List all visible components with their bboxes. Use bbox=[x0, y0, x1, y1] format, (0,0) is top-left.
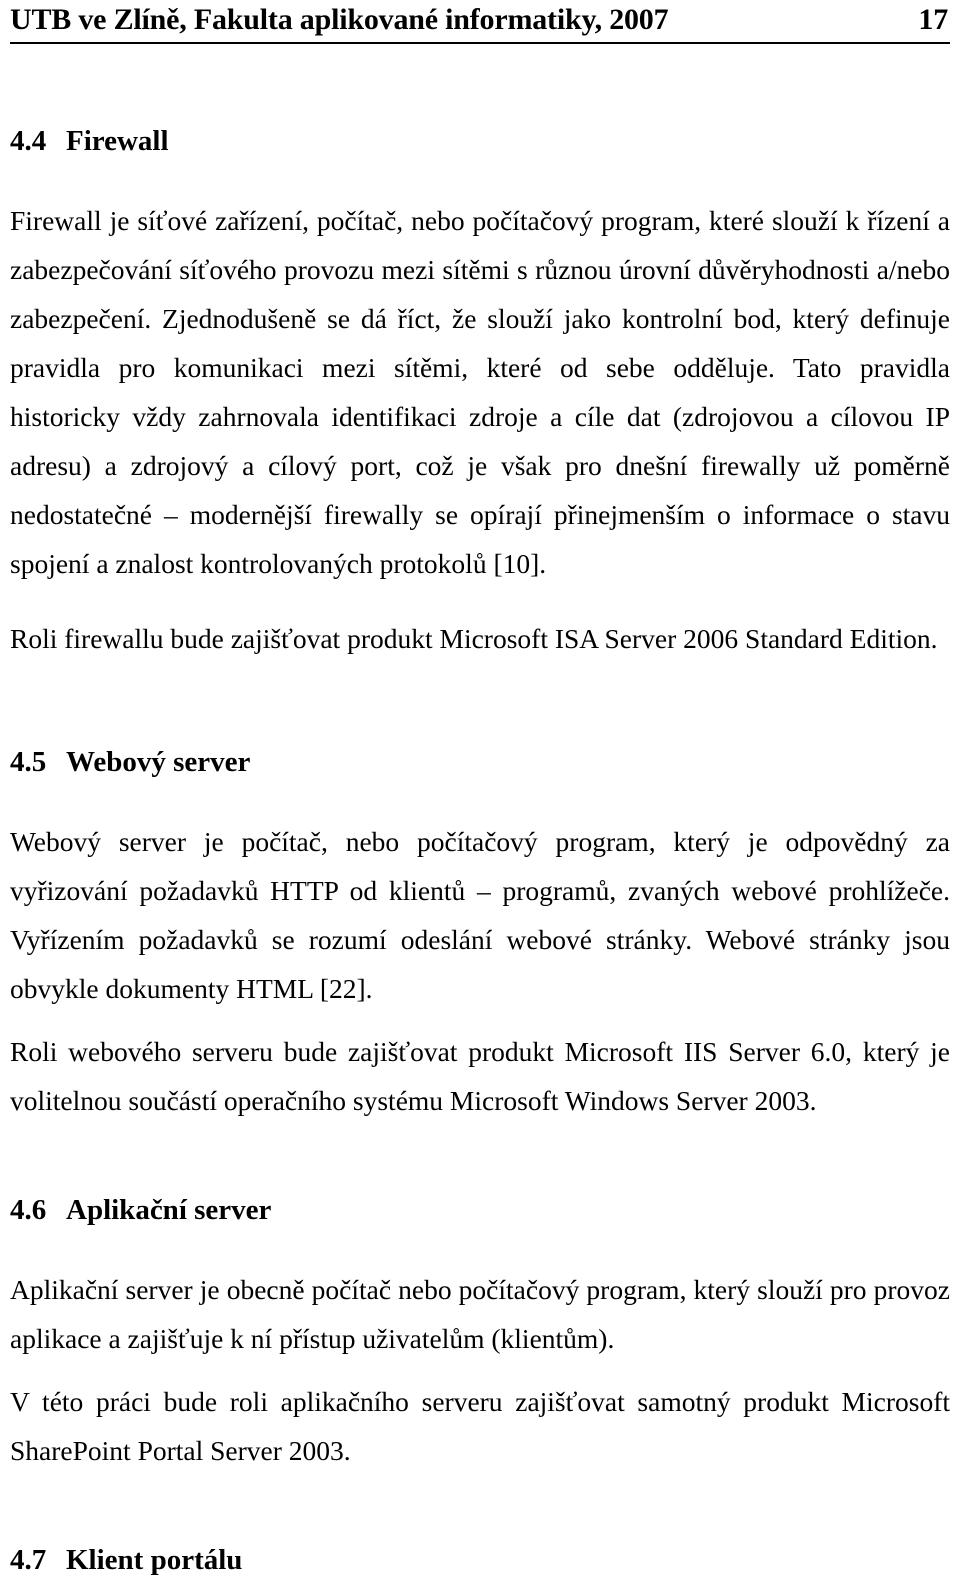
section-title: Klient portálu bbox=[66, 1544, 243, 1577]
section-heading-4-7: 4.7 Klient portálu bbox=[10, 1543, 950, 1577]
paragraph-web-server-definition: Webový server je počítač, nebo počítačov… bbox=[10, 826, 950, 1005]
section-title: Firewall bbox=[66, 125, 169, 158]
section-heading-4-4: 4.4 Firewall bbox=[10, 124, 950, 158]
document-page: UTB ve Zlíně, Fakulta aplikované informa… bbox=[0, 0, 960, 1585]
section-title: Aplikační server bbox=[66, 1194, 272, 1227]
header-body-spacer bbox=[10, 44, 950, 100]
page-number: 17 bbox=[918, 3, 948, 36]
paragraph-firewall-product: Roli firewallu bude zajišťovat produkt M… bbox=[10, 623, 938, 655]
section-number: 4.5 bbox=[10, 746, 47, 779]
section-number: 4.7 bbox=[10, 1544, 47, 1577]
section-heading-4-5: 4.5 Webový server bbox=[10, 745, 950, 779]
paragraph-firewall-definition: Firewall je síťové zařízení, počítač, ne… bbox=[10, 205, 950, 580]
section-title: Webový server bbox=[66, 746, 251, 779]
running-header: UTB ve Zlíně, Fakulta aplikované informa… bbox=[10, 0, 950, 38]
paragraph-app-server-product: V této práci bude roli aplikačního serve… bbox=[10, 1386, 950, 1467]
section-number: 4.4 bbox=[10, 125, 47, 158]
header-title: UTB ve Zlíně, Fakulta aplikované informa… bbox=[10, 3, 669, 36]
section-number: 4.6 bbox=[10, 1194, 47, 1227]
paragraph-web-server-product: Roli webového serveru bude zajišťovat pr… bbox=[10, 1036, 950, 1117]
paragraph-app-server-definition: Aplikační server je obecně počítač nebo … bbox=[10, 1274, 950, 1355]
section-heading-4-6: 4.6 Aplikační server bbox=[10, 1193, 950, 1227]
